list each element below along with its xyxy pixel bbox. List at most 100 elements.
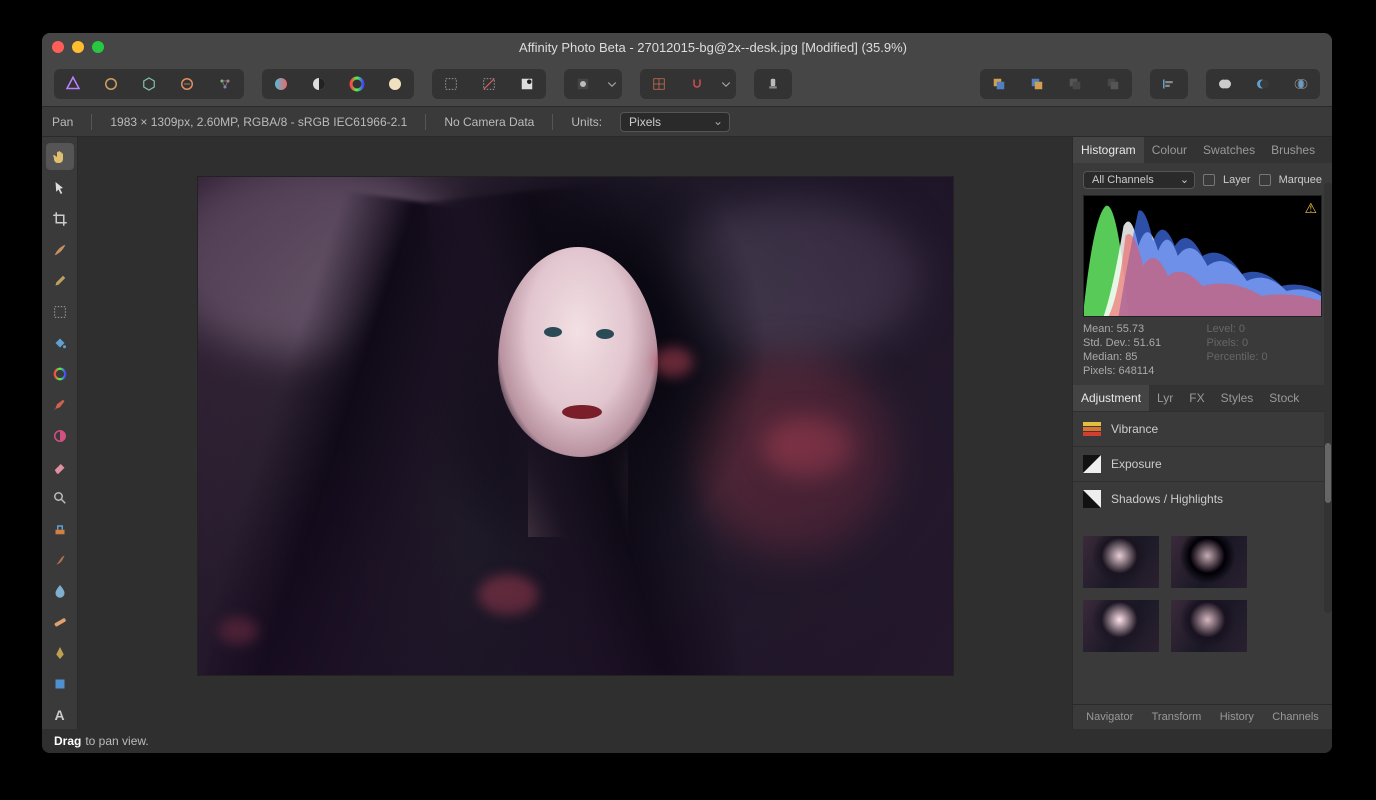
paint-brush-tool-icon[interactable]: [46, 236, 74, 263]
layer-checkbox[interactable]: [1203, 174, 1215, 186]
zoom-tool-icon[interactable]: [46, 485, 74, 512]
tab-channels[interactable]: Channels: [1272, 711, 1318, 723]
channels-select[interactable]: All Channels: [1083, 171, 1195, 189]
adjustment-label: Shadows / Highlights: [1111, 492, 1223, 506]
camera-data: No Camera Data: [444, 115, 534, 129]
adjustment-shadows-highlights[interactable]: Shadows / Highlights: [1073, 481, 1332, 516]
selection-invert-icon[interactable]: [470, 69, 508, 99]
layer-checkbox-label: Layer: [1223, 174, 1251, 186]
healing-tool-icon[interactable]: [46, 609, 74, 636]
arrange-backward-icon[interactable]: [1056, 69, 1094, 99]
inpainting-tool-icon[interactable]: [46, 516, 74, 543]
persona-liquify-icon[interactable]: [92, 69, 130, 99]
exposure-icon: [1083, 455, 1101, 473]
adjustment-label: Vibrance: [1111, 422, 1158, 436]
current-tool-label: Pan: [52, 115, 73, 129]
snap-dropdown[interactable]: [716, 69, 736, 99]
auto-levels-icon[interactable]: [262, 69, 300, 99]
marquee-checkbox[interactable]: [1259, 174, 1271, 186]
boolean-intersect-icon[interactable]: [1282, 69, 1320, 99]
clone-tool-icon[interactable]: [46, 267, 74, 294]
crop-tool-icon[interactable]: [46, 205, 74, 232]
move-tool-icon[interactable]: [46, 174, 74, 201]
pen-tool-icon[interactable]: [46, 640, 74, 667]
arrange-forward-icon[interactable]: [1018, 69, 1056, 99]
stat-pixels: Pixels: 648114: [1083, 365, 1199, 377]
preset-thumbnail[interactable]: [1083, 536, 1159, 588]
tab-layers[interactable]: Lyr: [1149, 385, 1181, 411]
document-canvas[interactable]: [198, 177, 953, 675]
tab-history[interactable]: History: [1220, 711, 1254, 723]
main-toolbar: [42, 61, 1332, 107]
color-picker-tool-icon[interactable]: [46, 360, 74, 387]
tab-colour[interactable]: Colour: [1144, 137, 1195, 163]
canvas-area[interactable]: [78, 137, 1072, 729]
boolean-subtract-icon[interactable]: [1244, 69, 1282, 99]
status-bar: Drag to pan view.: [42, 729, 1332, 753]
units-label: Units:: [571, 115, 602, 129]
quickmask-icon[interactable]: [564, 69, 602, 99]
adjustment-exposure[interactable]: Exposure: [1073, 446, 1332, 481]
mid-panel-tabs: Adjustment Lyr FX Styles Stock: [1073, 385, 1332, 411]
arrange-back-icon[interactable]: [1094, 69, 1132, 99]
stat-stddev: Std. Dev.: 51.61: [1083, 337, 1199, 349]
top-panel-tabs: Histogram Colour Swatches Brushes: [1073, 137, 1332, 163]
persona-photo-icon[interactable]: [54, 69, 92, 99]
dodge-tool-icon[interactable]: [46, 422, 74, 449]
adjustment-vibrance[interactable]: Vibrance: [1073, 411, 1332, 446]
tab-swatches[interactable]: Swatches: [1195, 137, 1263, 163]
tool-palette: A: [42, 137, 78, 729]
tab-navigator[interactable]: Navigator: [1086, 711, 1133, 723]
studio-panel: Histogram Colour Swatches Brushes All Ch…: [1072, 137, 1332, 729]
minimize-button[interactable]: [72, 41, 84, 53]
panel-scrollbar[interactable]: [1324, 183, 1332, 613]
shadows-highlights-icon: [1083, 490, 1101, 508]
tab-stock[interactable]: Stock: [1261, 385, 1307, 411]
preset-thumbnail[interactable]: [1083, 600, 1159, 652]
marquee-tool-icon[interactable]: [46, 298, 74, 325]
stat-pixels2: Pixels: 0: [1207, 337, 1323, 349]
tab-histogram[interactable]: Histogram: [1073, 137, 1144, 163]
selection-new-icon[interactable]: [432, 69, 470, 99]
status-action: Drag: [54, 734, 81, 748]
tab-fx[interactable]: FX: [1181, 385, 1212, 411]
tab-transform[interactable]: Transform: [1152, 711, 1202, 723]
preset-thumbnail[interactable]: [1171, 536, 1247, 588]
histogram-display[interactable]: ⚠: [1083, 195, 1322, 317]
eraser-tool-icon[interactable]: [46, 453, 74, 480]
tab-adjustment[interactable]: Adjustment: [1073, 385, 1149, 411]
stat-percentile: Percentile: 0: [1207, 351, 1323, 363]
arrange-front-icon[interactable]: [980, 69, 1018, 99]
auto-white-balance-icon[interactable]: [376, 69, 414, 99]
persona-develop-icon[interactable]: [130, 69, 168, 99]
selection-refine-icon[interactable]: [508, 69, 546, 99]
adjustment-presets: [1073, 526, 1332, 662]
tab-brushes[interactable]: Brushes: [1263, 137, 1323, 163]
stat-mean: Mean: 55.73: [1083, 323, 1199, 335]
blur-tool-icon[interactable]: [46, 578, 74, 605]
units-select[interactable]: Pixels: [620, 112, 730, 132]
preset-thumbnail[interactable]: [1171, 600, 1247, 652]
clipping-warning-icon: ⚠: [1304, 200, 1317, 217]
hand-tool-icon[interactable]: [46, 143, 74, 170]
pixel-brush-tool-icon[interactable]: [46, 391, 74, 418]
grid-toggle-icon[interactable]: [640, 69, 678, 99]
text-tool-icon[interactable]: A: [46, 702, 74, 729]
smudge-tool-icon[interactable]: [46, 547, 74, 574]
auto-color-icon[interactable]: [338, 69, 376, 99]
quickmask-dropdown[interactable]: [602, 69, 622, 99]
zoom-button[interactable]: [92, 41, 104, 53]
assistant-icon[interactable]: [754, 69, 792, 99]
align-icon[interactable]: [1150, 69, 1188, 99]
flood-fill-tool-icon[interactable]: [46, 329, 74, 356]
boolean-add-icon[interactable]: [1206, 69, 1244, 99]
persona-export-icon[interactable]: [206, 69, 244, 99]
titlebar[interactable]: Affinity Photo Beta - 27012015-bg@2x--de…: [42, 33, 1332, 61]
shape-tool-icon[interactable]: [46, 671, 74, 698]
persona-tonemap-icon[interactable]: [168, 69, 206, 99]
snap-toggle-icon[interactable]: [678, 69, 716, 99]
auto-contrast-icon[interactable]: [300, 69, 338, 99]
close-button[interactable]: [52, 41, 64, 53]
adjustment-label: Exposure: [1111, 457, 1162, 471]
tab-styles[interactable]: Styles: [1213, 385, 1262, 411]
